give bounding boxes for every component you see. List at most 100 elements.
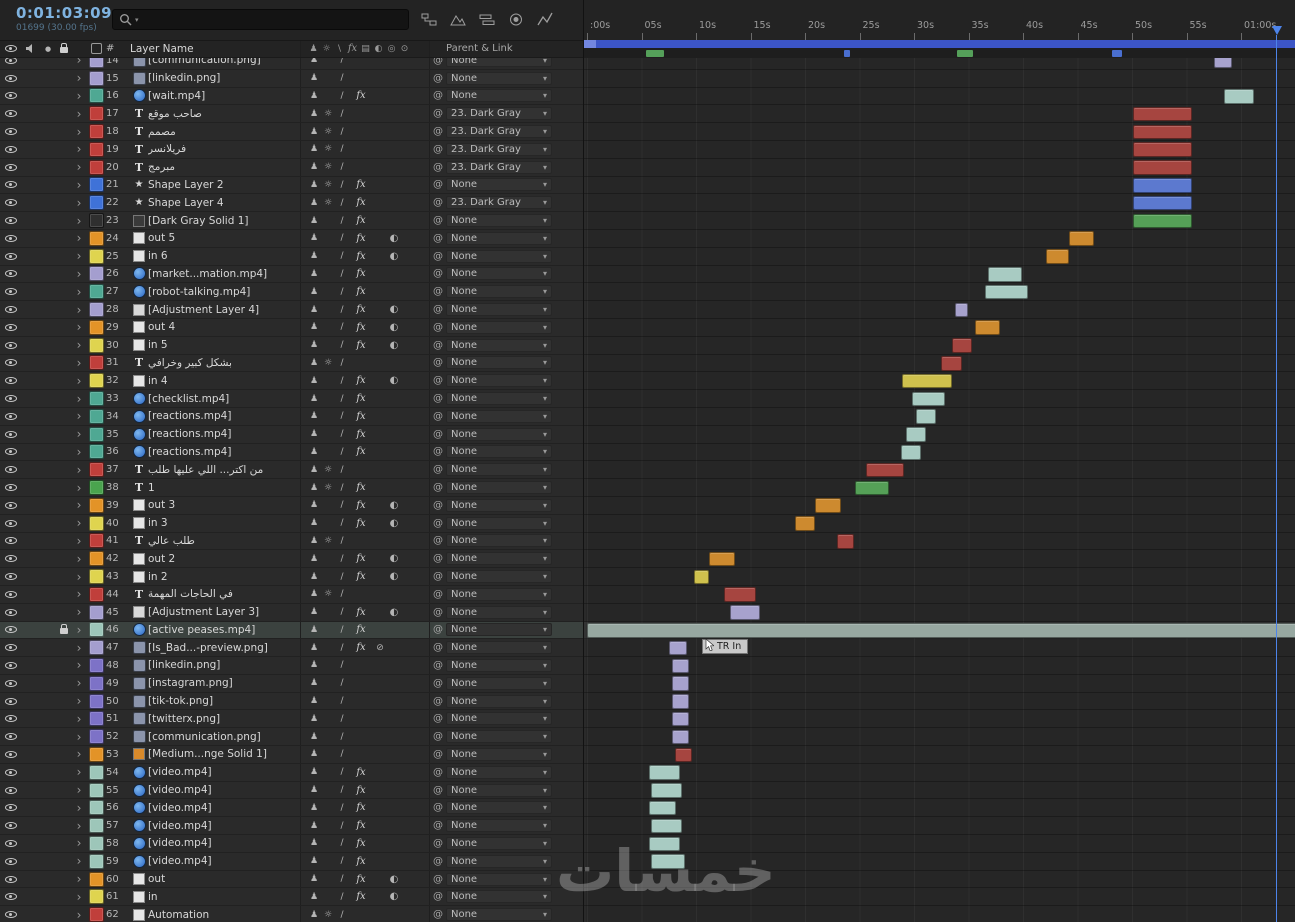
quality-switch[interactable]: / (335, 216, 349, 226)
layer-duration-bar[interactable] (902, 373, 953, 389)
parent-pickwhip-icon[interactable]: @ (430, 141, 446, 158)
shy-switch[interactable]: ♟ (307, 144, 321, 154)
label-chip[interactable] (88, 711, 104, 727)
parent-pickwhip-icon[interactable]: @ (430, 355, 446, 372)
layer-duration-bar[interactable] (952, 338, 972, 353)
shy-switch[interactable]: ♟ (307, 572, 321, 582)
motion-blur-switch[interactable]: ◐ (387, 874, 401, 885)
layer-row[interactable]: › 60 out ♟ ☼ / fx ⊘ ◐ @ None ▾ (0, 870, 583, 889)
lock-toggle[interactable] (56, 657, 72, 674)
layer-name[interactable]: in 4 (148, 372, 300, 389)
shy-switch[interactable]: ♟ (307, 465, 321, 475)
layer-row[interactable]: › 54 [video.mp4] ♟ ☼ / fx ⊘ ◐ @ None ▾ (0, 763, 583, 782)
layer-duration-bar[interactable] (984, 284, 1029, 300)
parent-pickwhip-icon[interactable]: @ (430, 105, 446, 122)
lock-toggle[interactable] (56, 871, 72, 888)
lock-toggle[interactable] (56, 88, 72, 105)
visibility-toggle[interactable] (0, 515, 22, 532)
layer-name[interactable]: [video.mp4] (148, 817, 300, 834)
layer-duration-bar[interactable] (675, 747, 692, 763)
layer-name[interactable]: [reactions.mp4] (148, 408, 300, 425)
expand-arrow[interactable]: › (72, 88, 86, 105)
quality-switch[interactable]: / (335, 127, 349, 137)
solo-toggle[interactable] (40, 141, 56, 158)
solo-toggle[interactable] (40, 105, 56, 122)
expand-arrow[interactable]: › (72, 408, 86, 425)
shy-switch[interactable]: ♟ (307, 803, 321, 813)
layer-row[interactable]: › 38 T 1 ♟ ☼ / fx ⊘ ◐ @ None ▾ (0, 479, 583, 497)
layer-row[interactable]: › 57 [video.mp4] ♟ ☼ / fx ⊘ ◐ @ None ▾ (0, 817, 583, 836)
expand-arrow[interactable]: › (72, 515, 86, 532)
solo-toggle[interactable] (40, 408, 56, 425)
label-chip[interactable] (88, 70, 104, 86)
layer-duration-bar[interactable] (724, 587, 756, 602)
audio-toggle[interactable] (22, 533, 40, 550)
quality-switch[interactable]: / (335, 536, 349, 546)
label-chip[interactable] (88, 800, 104, 816)
layer-row[interactable]: › 35 [reactions.mp4] ♟ ☼ / fx ⊘ ◐ @ None… (0, 425, 583, 444)
lock-toggle[interactable] (56, 497, 72, 514)
visibility-toggle[interactable] (0, 853, 22, 870)
collapse-switch[interactable]: ☼ (321, 910, 335, 920)
label-chip[interactable] (88, 515, 104, 531)
layer-name[interactable]: [linkedin.png] (148, 657, 300, 674)
audio-toggle[interactable] (22, 782, 40, 799)
solo-toggle[interactable] (40, 533, 56, 550)
number-column-header[interactable]: # (106, 40, 130, 57)
fx-switch[interactable]: fx (349, 251, 373, 262)
layer-duration-bar[interactable] (729, 605, 761, 620)
layer-name[interactable]: in 3 (148, 515, 300, 532)
layer-duration-bar[interactable] (836, 534, 855, 549)
fx-switch[interactable]: fx (349, 446, 373, 457)
lock-toggle[interactable] (56, 906, 72, 922)
parent-dropdown[interactable]: None ▾ (446, 178, 552, 192)
parent-pickwhip-icon[interactable]: @ (430, 604, 446, 621)
parent-dropdown[interactable]: None ▾ (446, 908, 552, 922)
search-box[interactable]: ▾ (112, 9, 409, 30)
shy-switch[interactable]: ♟ (307, 216, 321, 226)
visibility-toggle[interactable] (0, 710, 22, 727)
collapse-switch[interactable]: ☼ (321, 465, 335, 475)
audio-toggle[interactable] (22, 283, 40, 300)
fx-switch[interactable]: fx (349, 607, 373, 618)
visibility-toggle[interactable] (0, 604, 22, 621)
layer-row[interactable]: › 17 T صاحب موقع ♟ ☼ / fx ⊘ ◐ @ 23. Dark… (0, 105, 583, 124)
lock-toggle[interactable] (56, 888, 72, 905)
lock-toggle[interactable] (56, 266, 72, 283)
label-chip[interactable] (88, 462, 104, 478)
layer-duration-bar[interactable] (975, 320, 1001, 335)
layer-duration-bar[interactable] (916, 409, 936, 424)
visibility-toggle[interactable] (0, 177, 22, 194)
expand-arrow[interactable]: › (72, 782, 86, 799)
fx-switch[interactable]: fx (349, 624, 373, 635)
fx-switch[interactable]: fx (349, 215, 373, 226)
expand-arrow[interactable]: › (72, 355, 86, 372)
audio-toggle[interactable] (22, 390, 40, 407)
audio-toggle[interactable] (22, 88, 40, 105)
layer-row[interactable]: › 37 T من اكتر... اللي عليها طلب ♟ ☼ / f… (0, 461, 583, 480)
label-chip[interactable] (88, 480, 104, 496)
label-chip[interactable] (88, 764, 104, 780)
layer-name[interactable]: [checklist.mp4] (148, 390, 300, 407)
solo-toggle[interactable] (40, 355, 56, 372)
parent-pickwhip-icon[interactable]: @ (430, 283, 446, 300)
audio-toggle[interactable] (22, 622, 40, 639)
quality-switch[interactable]: / (335, 429, 349, 439)
solo-toggle[interactable] (40, 568, 56, 585)
quality-switch[interactable]: / (335, 607, 349, 617)
layer-row[interactable]: › 24 out 5 ♟ ☼ / fx ⊘ ◐ @ None ▾ (0, 229, 583, 248)
quality-switch[interactable]: / (335, 660, 349, 670)
solo-toggle[interactable] (40, 212, 56, 229)
visibility-toggle[interactable] (0, 782, 22, 799)
layer-name[interactable]: Shape Layer 4 (148, 194, 300, 211)
label-chip[interactable] (88, 248, 104, 264)
audio-toggle[interactable] (22, 141, 40, 158)
parent-dropdown[interactable]: None ▾ (446, 658, 552, 672)
solo-toggle[interactable] (40, 426, 56, 443)
parent-dropdown[interactable]: None ▾ (446, 641, 552, 655)
layer-duration-bar[interactable] (672, 658, 690, 674)
parent-pickwhip-icon[interactable]: @ (430, 888, 446, 905)
motion-blur-column-icon[interactable]: ◐ (372, 44, 385, 54)
lock-toggle[interactable] (56, 159, 72, 176)
layer-duration-bar[interactable] (900, 445, 921, 460)
